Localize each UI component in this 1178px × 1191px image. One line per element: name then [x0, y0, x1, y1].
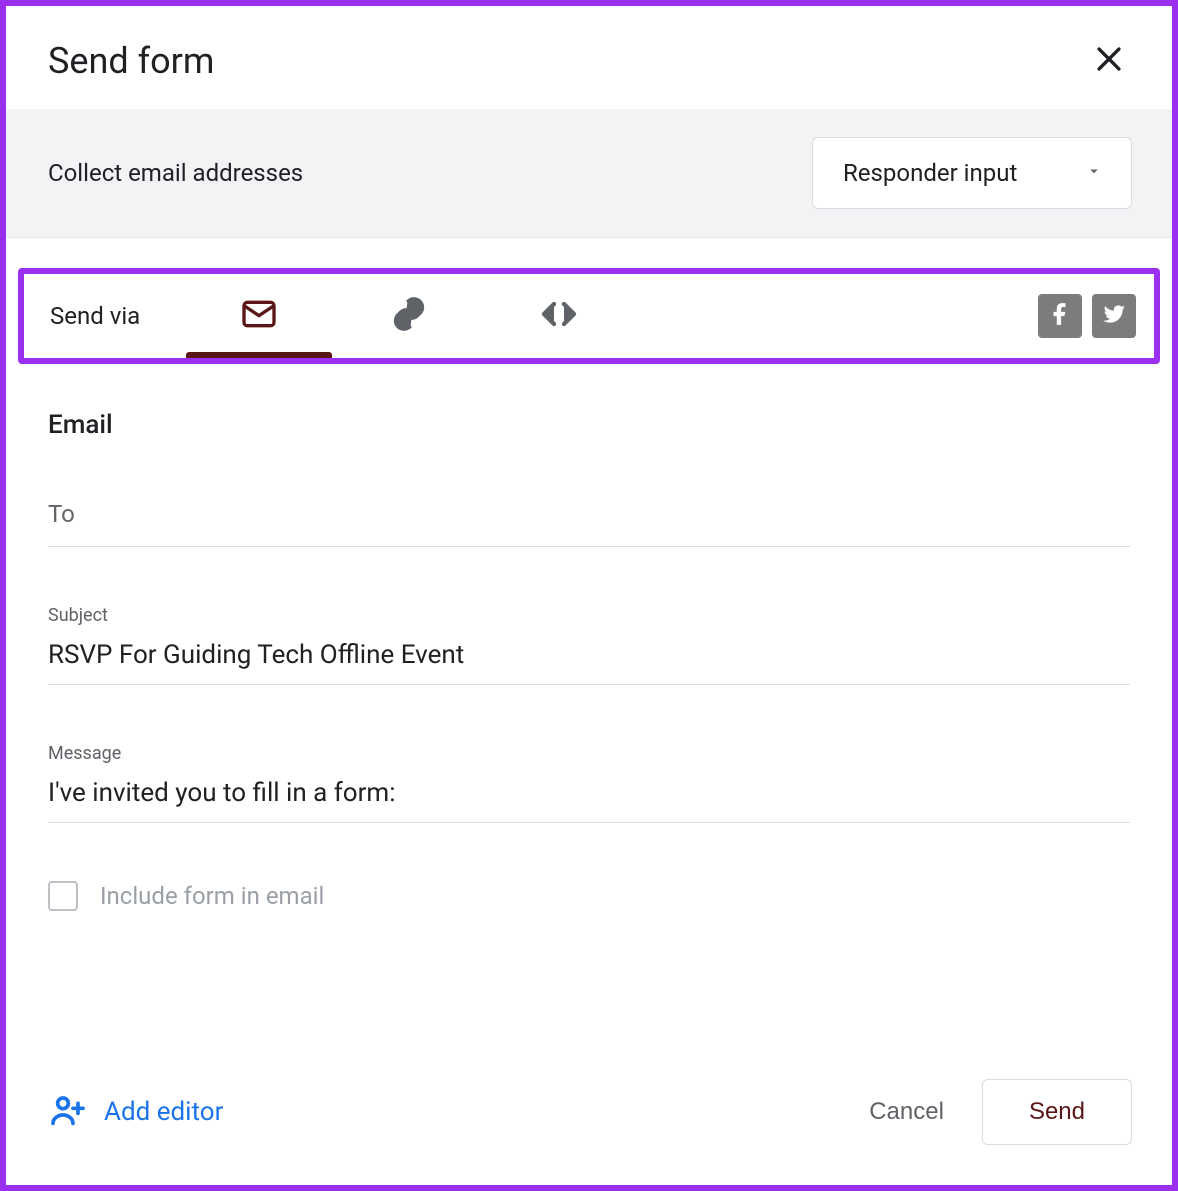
subject-label: Subject [48, 605, 1130, 626]
close-icon [1092, 64, 1126, 79]
link-icon [389, 294, 429, 338]
send-via-highlight: Send via [18, 268, 1160, 364]
tab-email[interactable] [184, 274, 334, 358]
subject-input[interactable] [48, 640, 1130, 685]
collect-email-dropdown[interactable]: Responder input [812, 137, 1132, 209]
social-share [1038, 294, 1136, 338]
send-via-row: Send via [24, 274, 1154, 358]
message-field: Message [48, 743, 1130, 823]
send-via-label: Send via [50, 302, 140, 330]
cancel-button[interactable]: Cancel [845, 1084, 968, 1140]
add-editor-button[interactable]: Add editor [48, 1090, 223, 1134]
collect-email-bar: Collect email addresses Responder input [6, 109, 1172, 238]
dialog-title: Send form [48, 40, 214, 82]
include-form-label: Include form in email [100, 882, 324, 910]
dropdown-selected-text: Responder input [843, 159, 1017, 187]
tab-link[interactable] [334, 274, 484, 358]
dialog-footer: Add editor Cancel Send [6, 1049, 1172, 1185]
include-form-row: Include form in email [48, 881, 1130, 911]
to-label[interactable]: To [48, 500, 1130, 547]
facebook-icon [1047, 301, 1073, 331]
person-add-icon [48, 1090, 88, 1134]
close-button[interactable] [1086, 36, 1132, 85]
add-editor-label: Add editor [104, 1097, 223, 1127]
share-facebook-button[interactable] [1038, 294, 1082, 338]
subject-field: Subject [48, 605, 1130, 685]
email-heading: Email [48, 410, 1130, 440]
email-icon [239, 294, 279, 338]
message-label: Message [48, 743, 1130, 764]
chevron-down-icon [1085, 162, 1103, 184]
send-form-dialog: Send form Collect email addresses Respon… [0, 0, 1178, 1191]
collect-email-label: Collect email addresses [48, 159, 303, 187]
dialog-header: Send form [6, 6, 1172, 109]
include-form-checkbox[interactable] [48, 881, 78, 911]
share-twitter-button[interactable] [1092, 294, 1136, 338]
twitter-icon [1101, 301, 1127, 331]
message-input[interactable] [48, 778, 1130, 823]
send-button[interactable]: Send [982, 1079, 1132, 1145]
tab-embed[interactable] [484, 274, 634, 358]
to-field: To [48, 500, 1130, 547]
embed-icon [539, 294, 579, 338]
email-section: Email To Subject Message Include form in… [6, 410, 1172, 911]
